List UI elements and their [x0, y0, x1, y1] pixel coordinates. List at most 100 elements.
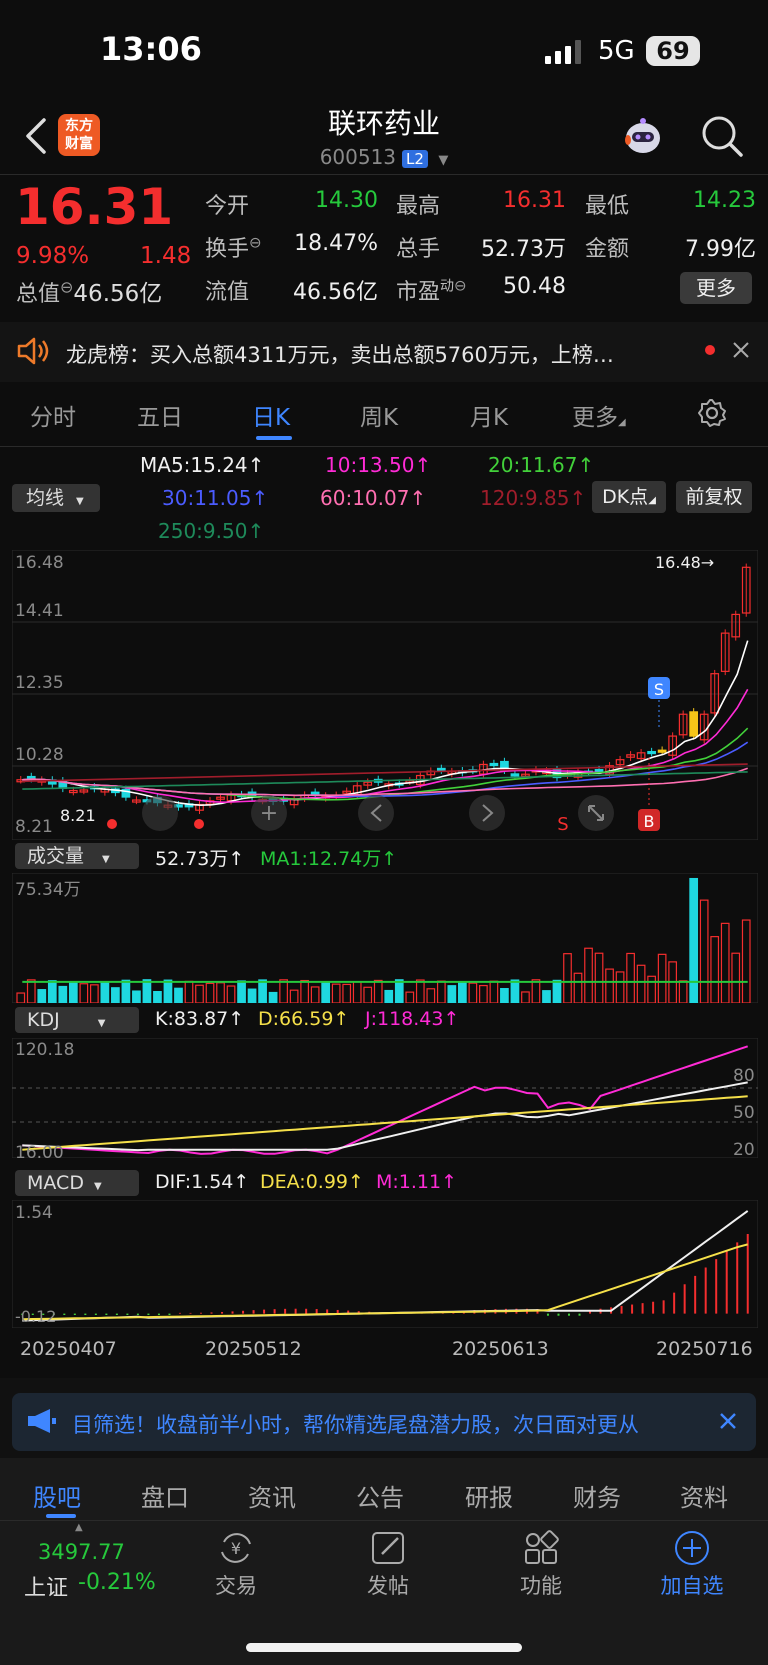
banner-close-icon[interactable] — [720, 1413, 736, 1429]
volume-bar — [605, 968, 614, 1003]
volume-bar — [100, 981, 110, 1003]
assistant-robot-icon[interactable] — [620, 112, 666, 158]
volume-bar — [237, 980, 246, 1003]
volume-max-label: 75.34万 — [15, 880, 81, 900]
index-value[interactable]: 3497.77 — [38, 1540, 125, 1564]
banner-text[interactable]: 目筛选！收盘前半小时，帮你精选尾盘潜力股，次日面对更从 — [72, 1409, 702, 1439]
ma-selector[interactable]: 均线 ▼ — [12, 484, 100, 512]
tab-intraday[interactable]: 分时 — [30, 398, 76, 432]
volume-bar — [142, 979, 152, 1003]
volume-selector[interactable]: 成交量 ▼ — [15, 843, 139, 869]
search-icon[interactable] — [700, 114, 744, 158]
info-icon: ⊖ — [454, 276, 467, 295]
volume-chart[interactable] — [12, 873, 758, 1003]
volume-bar — [258, 979, 267, 1003]
signal-icon — [545, 40, 581, 64]
macd-selector[interactable]: MACD ▼ — [15, 1170, 139, 1196]
volume-bar — [741, 919, 751, 1003]
min-price-marker: 8.21 — [60, 806, 96, 825]
volume-bar — [710, 936, 720, 1003]
pe-value: 50.48 — [503, 274, 566, 299]
volume-bar — [205, 982, 215, 1003]
trade-label[interactable]: 交易 — [186, 1570, 286, 1600]
volume-bar — [16, 992, 26, 1003]
volume-bar — [542, 990, 551, 1003]
volume-bar — [521, 991, 530, 1003]
adjust-button[interactable]: 前复权 — [676, 481, 752, 513]
volume-bar — [531, 979, 541, 1003]
functions-label[interactable]: 功能 — [491, 1570, 591, 1600]
volume-bar — [573, 972, 583, 1003]
tab-monthly-k[interactable]: 月K — [470, 398, 508, 432]
volume-bar — [615, 971, 625, 1003]
dk-point-button[interactable]: DK点◢ — [592, 481, 666, 513]
y-label-3: 12.35 — [15, 673, 64, 693]
bottom-tab-announcement[interactable]: 公告 — [356, 1478, 404, 1513]
tab-daily-k[interactable]: 日K — [252, 398, 290, 432]
volume-bar — [373, 979, 383, 1003]
tab-active-indicator — [256, 436, 292, 440]
volume-bar — [58, 985, 68, 1003]
bottom-tab-guba[interactable]: 股吧 — [33, 1478, 81, 1513]
tab-5day[interactable]: 五日 — [137, 398, 183, 432]
macd-dif: DIF:1.54↑ — [155, 1171, 250, 1193]
s-marker-low: S — [557, 814, 568, 835]
y-label-bottom: 8.21 — [15, 817, 53, 837]
volume-bar — [458, 982, 467, 1003]
volume-bar — [447, 985, 457, 1003]
kdj-selector[interactable]: KDJ ▼ — [15, 1007, 139, 1033]
kdj-d: D:66.59↑ — [258, 1008, 350, 1030]
pe-label: 市盈动⊖ — [396, 276, 467, 305]
bottom-tab-news[interactable]: 资讯 — [248, 1478, 296, 1513]
expand-arrow-icon[interactable]: ▲ — [75, 1522, 83, 1533]
volume-bar — [731, 952, 741, 1003]
kdj-level-50: 50 — [733, 1103, 755, 1123]
candlestick-chart[interactable]: + S S B — [12, 550, 758, 840]
add-watchlist-icon[interactable] — [672, 1528, 712, 1568]
volume-bar — [384, 989, 394, 1003]
add-watchlist-label[interactable]: 加自选 — [642, 1570, 742, 1600]
network-type: 5G — [598, 36, 635, 66]
low-label: 最低 — [585, 194, 630, 219]
volume-bar — [226, 985, 236, 1003]
post-icon[interactable] — [368, 1528, 408, 1568]
speaker-icon — [17, 337, 49, 365]
index-change[interactable]: -0.21% — [78, 1570, 156, 1595]
notice-text[interactable]: 龙虎榜：买入总额4311万元，卖出总额5760万元，上榜… — [66, 339, 686, 369]
functions-icon[interactable] — [521, 1528, 561, 1568]
trade-icon[interactable]: ¥ — [216, 1528, 256, 1568]
info-icon: ⊖ — [249, 233, 262, 252]
bottom-tab-profile[interactable]: 资料 — [680, 1478, 728, 1513]
macd-max-label: 1.54 — [15, 1203, 53, 1223]
tab-more[interactable]: 更多◢ — [572, 398, 626, 432]
volume-bar — [626, 952, 635, 1003]
index-name[interactable]: 上证 — [24, 1570, 68, 1602]
bottom-tab-research[interactable]: 研报 — [465, 1478, 513, 1513]
x-label-4: 20250716 — [656, 1338, 753, 1360]
volume-bar — [363, 986, 373, 1003]
close-icon[interactable] — [733, 342, 749, 358]
volume-bar — [132, 990, 141, 1003]
kdj-level-20: 20 — [733, 1140, 755, 1160]
last-price: 16.31 — [15, 178, 174, 236]
bottom-tab-pankou[interactable]: 盘口 — [141, 1478, 189, 1513]
volume-bar — [121, 979, 131, 1003]
bottom-tab-finance[interactable]: 财务 — [573, 1478, 621, 1513]
macd-chart[interactable] — [12, 1200, 758, 1328]
volume-bar — [636, 964, 646, 1003]
volume-bar — [111, 987, 120, 1003]
volume-bar — [500, 988, 509, 1003]
volume-bar — [310, 986, 320, 1003]
kdj-chart[interactable] — [12, 1038, 758, 1158]
volume-bar — [594, 952, 604, 1003]
post-label[interactable]: 发帖 — [338, 1570, 438, 1600]
tab-weekly-k[interactable]: 周K — [360, 398, 398, 432]
ma20-value: 20:11.67↑ — [488, 453, 595, 477]
info-icon[interactable]: ⊖ — [60, 277, 73, 296]
volume-bar — [510, 979, 520, 1003]
more-button[interactable]: 更多 — [680, 272, 752, 304]
volume-bar — [678, 980, 688, 1003]
x-label-3: 20250613 — [452, 1338, 549, 1360]
stock-code: 600513 — [319, 145, 397, 169]
settings-gear-icon[interactable] — [697, 398, 727, 428]
